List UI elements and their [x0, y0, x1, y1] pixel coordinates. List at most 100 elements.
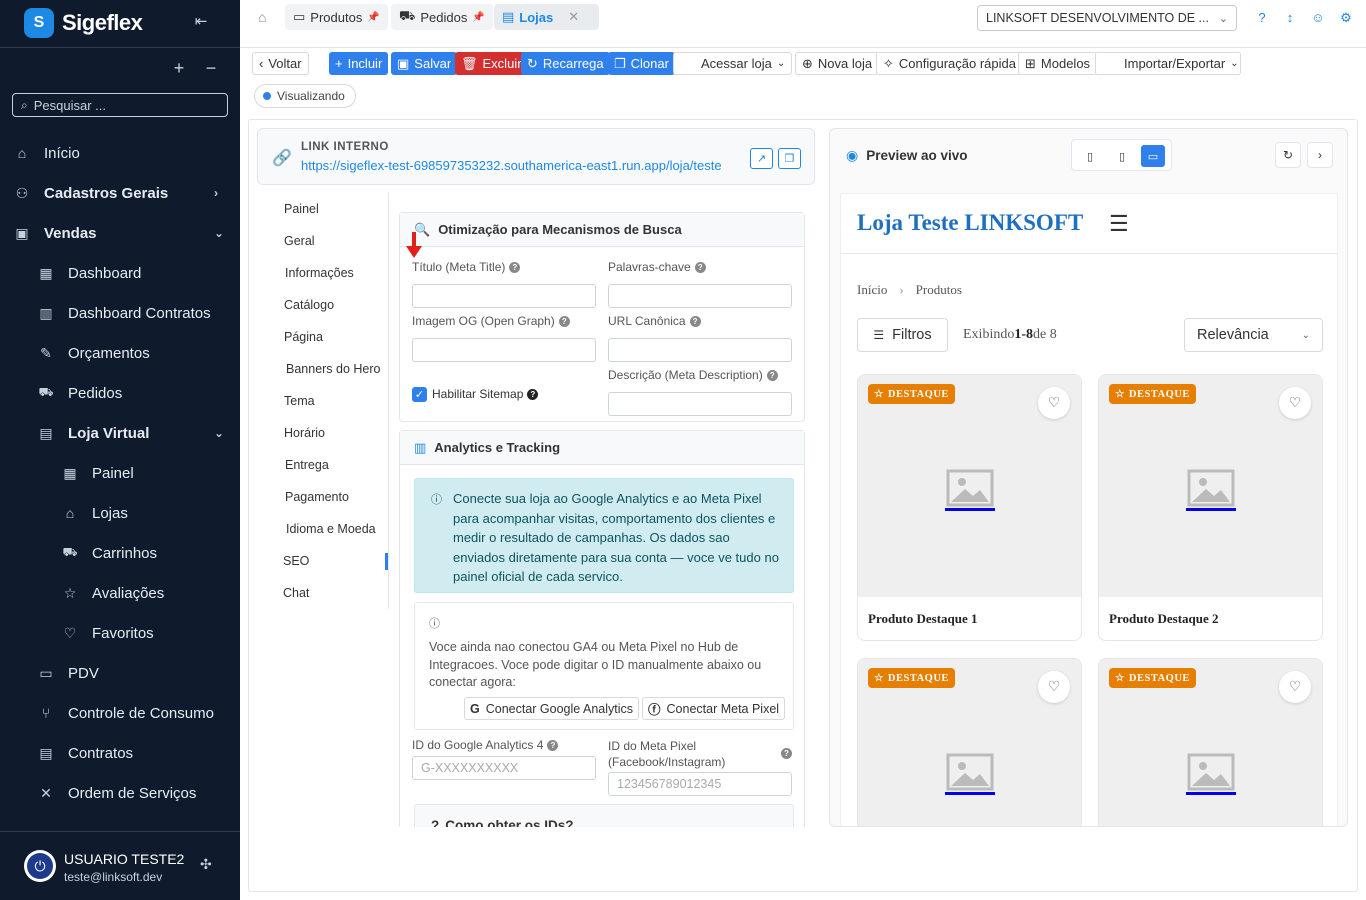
back-button[interactable]: ‹ Voltar: [252, 52, 309, 75]
sidebar-item-orcamentos[interactable]: ✎ Orçamentos: [0, 333, 240, 373]
avatar[interactable]: ⏻: [24, 850, 56, 882]
subnav-catalogo[interactable]: Catálogo: [284, 298, 334, 312]
connect-meta-pixel-button[interactable]: ⓕ Conectar Meta Pixel: [642, 697, 786, 720]
help-icon[interactable]: ?: [689, 315, 701, 327]
open-external-button[interactable]: ↗: [750, 148, 773, 169]
connect-google-analytics-button[interactable]: G Conectar Google Analytics: [464, 697, 640, 720]
refresh-preview-button[interactable]: ↻: [1275, 142, 1301, 168]
menu-icon[interactable]: ☰: [1109, 211, 1129, 237]
delete-button[interactable]: 🗑 Excluir: [455, 52, 528, 75]
subnav-entrega[interactable]: Entrega: [285, 458, 329, 472]
sidebar-search[interactable]: ⌕: [12, 93, 228, 117]
search-input[interactable]: [33, 97, 214, 113]
save-button[interactable]: ▣ Salvar: [391, 52, 458, 75]
sort-icon[interactable]: ↕: [1283, 10, 1297, 26]
description-input[interactable]: [608, 392, 792, 416]
subnav-pagina[interactable]: Página: [284, 330, 323, 344]
breadcrumb-home[interactable]: Início: [857, 282, 887, 298]
reload-button[interactable]: ↻ Recarrega: [521, 52, 610, 75]
help-icon[interactable]: ?: [766, 369, 778, 381]
collapse-sidebar-icon[interactable]: ⇤: [192, 13, 210, 31]
brand[interactable]: S Sigeflex: [24, 8, 143, 38]
how-to-get-ids-section[interactable]: ? Como obter os IDs?: [414, 804, 794, 827]
meta-title-input[interactable]: [412, 284, 596, 308]
subnav-horario[interactable]: Horário: [284, 426, 325, 440]
close-icon[interactable]: ✕: [568, 9, 579, 25]
product-card[interactable]: ☆ DESTAQUE ♡ Produto Destaque 2: [1098, 374, 1323, 641]
subnav-seo[interactable]: SEO: [283, 554, 309, 568]
sidebar-item-dashboard[interactable]: ▦ Dashboard: [0, 253, 240, 293]
help-icon[interactable]: ?: [558, 315, 570, 327]
subnav-idioma-moeda[interactable]: Idioma e Moeda: [286, 522, 376, 536]
filters-button[interactable]: ☰ Filtros: [857, 318, 948, 352]
help-icon[interactable]: ?: [527, 388, 539, 400]
new-store-button[interactable]: ⊕ Nova loja: [795, 52, 880, 75]
tablet-view-button[interactable]: ▯: [1110, 145, 1134, 167]
subnav-informacoes[interactable]: Informações: [285, 266, 354, 280]
product-card[interactable]: ☆ DESTAQUE ♡: [857, 658, 1082, 826]
sidebar-item-pedidos[interactable]: ⛟ Pedidos: [0, 373, 240, 413]
tab-lojas[interactable]: ▤ Lojas ✕: [494, 4, 599, 30]
import-export-dropdown[interactable]: Importar/Exportar ⌄: [1095, 52, 1241, 75]
sidebar-item-ordem-servicos[interactable]: ✕ Ordem de Serviços: [0, 773, 240, 813]
help-icon[interactable]: ?: [509, 261, 521, 273]
expand-all-icon[interactable]: +: [172, 58, 186, 79]
favorite-button[interactable]: ♡: [1038, 671, 1070, 703]
clone-button[interactable]: ❐ Clonar: [608, 52, 675, 75]
sidebar-item-cadastros-gerais[interactable]: ⚇ Cadastros Gerais ›: [0, 173, 240, 213]
sidebar-item-loja-virtual[interactable]: ▤ Loja Virtual ⌄: [0, 413, 240, 453]
expand-preview-button[interactable]: ›: [1307, 142, 1333, 168]
store-name[interactable]: Loja Teste LINKSOFT: [857, 210, 1083, 236]
sidebar-item-lojas[interactable]: ⌂ Lojas: [0, 493, 240, 533]
subnav-chat[interactable]: Chat: [283, 586, 309, 600]
help-icon[interactable]: ?: [781, 748, 792, 759]
favorite-button[interactable]: ♡: [1279, 387, 1311, 419]
company-select[interactable]: LINKSOFT DESENVOLVIMENTO DE ... ⌄: [977, 5, 1237, 31]
sidebar-item-vendas[interactable]: ▣ Vendas ⌄: [0, 213, 240, 253]
tab-produtos[interactable]: ▭ Produtos 📌: [285, 4, 388, 30]
sidebar-item-carrinhos[interactable]: ⛟ Carrinhos: [0, 533, 240, 573]
ga-id-input[interactable]: [412, 756, 596, 780]
sidebar-item-dashboard-contratos[interactable]: ▥ Dashboard Contratos: [0, 293, 240, 333]
copy-link-button[interactable]: ❐: [778, 148, 801, 169]
product-card[interactable]: ☆ DESTAQUE ♡: [1098, 658, 1323, 826]
sidebar-item-favoritos[interactable]: ♡ Favoritos: [0, 613, 240, 653]
sitemap-checkbox[interactable]: ✓: [412, 387, 427, 402]
sidebar-item-contratos[interactable]: ▤ Contratos: [0, 733, 240, 773]
models-button[interactable]: ⊞ Modelos: [1018, 52, 1098, 75]
pin-icon[interactable]: 📌: [367, 12, 379, 23]
sidebar-item-inicio[interactable]: ⌂ Início: [0, 133, 240, 173]
meta-pixel-input[interactable]: [608, 772, 792, 796]
sidebar-item-controle-consumo[interactable]: ⑂ Controle de Consumo: [0, 693, 240, 733]
canonical-input[interactable]: [608, 338, 792, 362]
subnav-banners-hero[interactable]: Banners do Hero: [286, 362, 381, 376]
sidebar-item-pdv[interactable]: ▭ PDV: [0, 653, 240, 693]
mobile-view-button[interactable]: ▯: [1078, 145, 1102, 167]
home-icon[interactable]: ⌂: [258, 9, 274, 25]
pin-icon[interactable]: 📌: [472, 12, 484, 23]
favorite-button[interactable]: ♡: [1038, 387, 1070, 419]
subnav-painel[interactable]: Painel: [284, 202, 319, 216]
subnav-geral[interactable]: Geral: [284, 234, 315, 248]
desktop-view-button[interactable]: ▭: [1141, 145, 1165, 167]
favorite-button[interactable]: ♡: [1279, 671, 1311, 703]
gear-icon[interactable]: ⚙: [1339, 10, 1353, 26]
user-activity-icon[interactable]: ✣: [200, 856, 212, 873]
product-card[interactable]: ☆ DESTAQUE ♡ Produto Destaque 1: [857, 374, 1082, 641]
collapse-all-icon[interactable]: −: [204, 58, 218, 79]
internal-link-url[interactable]: https://sigeflex-test-698597353232.south…: [301, 158, 722, 173]
help-icon[interactable]: ?: [694, 261, 706, 273]
include-button[interactable]: + Incluir: [329, 52, 389, 75]
subnav-tema[interactable]: Tema: [284, 394, 315, 408]
keywords-input[interactable]: [608, 284, 792, 308]
tab-pedidos[interactable]: ⛟ Pedidos 📌: [391, 4, 493, 30]
subnav-pagamento[interactable]: Pagamento: [285, 490, 349, 504]
help-icon[interactable]: ?: [1255, 10, 1269, 26]
robot-icon[interactable]: ☺: [1311, 10, 1325, 26]
sidebar-item-painel[interactable]: ▦ Painel: [0, 453, 240, 493]
og-image-input[interactable]: [412, 338, 596, 362]
help-icon[interactable]: ?: [547, 739, 559, 751]
sidebar-item-avaliacoes[interactable]: ☆ Avaliações: [0, 573, 240, 613]
breadcrumb-products[interactable]: Produtos: [916, 282, 962, 298]
access-store-dropdown[interactable]: Acessar loja ⌄: [673, 52, 792, 75]
